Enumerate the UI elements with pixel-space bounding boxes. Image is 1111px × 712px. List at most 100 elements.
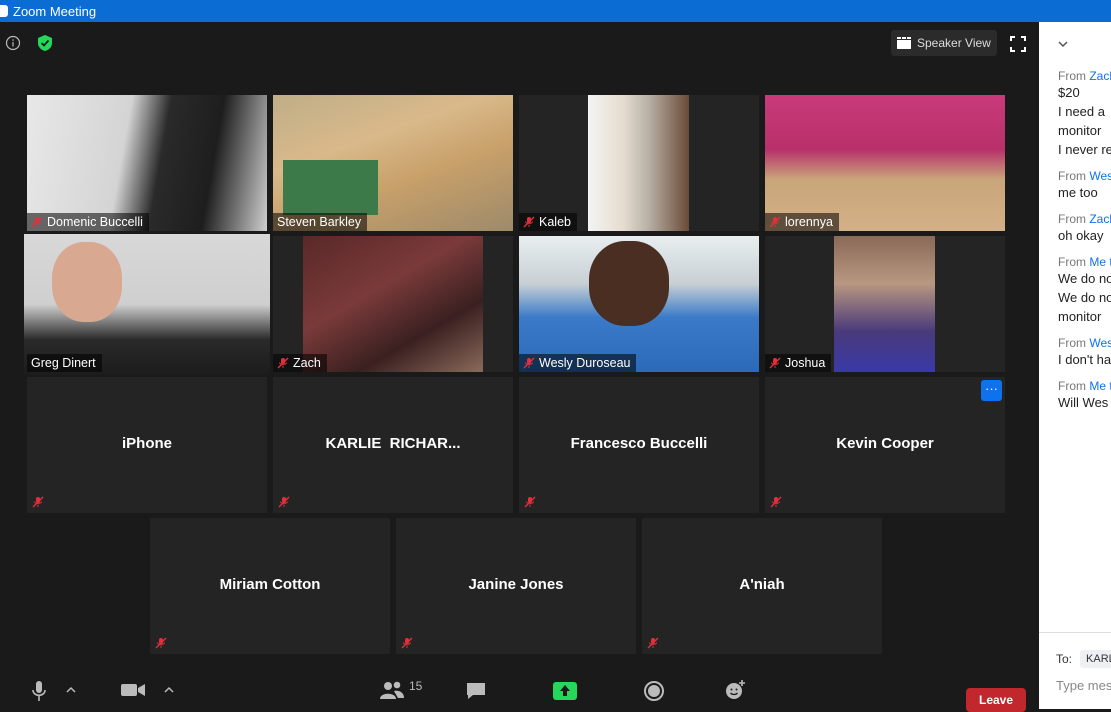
- muted-mic-icon: [769, 357, 781, 369]
- video-camera-icon: [121, 684, 145, 696]
- chat-recipient-row: To: KARL: [1056, 650, 1111, 668]
- name-tile[interactable]: KARLIE RICHAR...: [273, 377, 513, 513]
- participant-name-label: Domenic Buccelli: [27, 213, 149, 231]
- muted-mic-icon: [770, 496, 782, 508]
- chat-message: From Zach oh okay: [1058, 212, 1111, 245]
- chat-message-sender: From Me t: [1058, 255, 1111, 269]
- participant-name: Kevin Cooper: [836, 435, 934, 452]
- to-label: To:: [1056, 652, 1073, 666]
- participant-name-label: Greg Dinert: [27, 354, 102, 372]
- chat-message-sender: From Me t: [1058, 379, 1111, 393]
- video-tile[interactable]: Wesly Duroseau: [519, 236, 759, 372]
- participant-name-label: Zach: [273, 354, 327, 372]
- zoom-app-icon: [0, 5, 8, 17]
- meeting-area: Speaker View Domenic Buccelli Steven Bar…: [0, 22, 1039, 709]
- participant-name-label: Steven Barkley: [273, 213, 368, 231]
- chat-message-text: me too: [1058, 185, 1098, 200]
- audio-options-button[interactable]: [66, 686, 76, 694]
- chat-message: From Me t We do no We do no monitor: [1058, 255, 1111, 326]
- microphone-icon: [32, 681, 46, 701]
- chat-message-sender: From Zach: [1058, 212, 1111, 226]
- muted-mic-icon: [155, 637, 167, 649]
- more-options-button[interactable]: ···: [981, 380, 1002, 401]
- chevron-up-icon: [164, 686, 174, 693]
- reactions-smiley-icon: [726, 680, 745, 699]
- chat-message-text: monitor: [1058, 123, 1102, 138]
- video-tile[interactable]: lorennya: [765, 95, 1005, 231]
- speaker-view-icon: [897, 37, 911, 49]
- name-tile[interactable]: A'niah: [642, 518, 882, 654]
- participant-face: [52, 242, 122, 322]
- participant-name: Wesly Duroseau: [539, 356, 631, 370]
- chat-message: From Me t Will Wes: [1058, 379, 1111, 412]
- video-tile[interactable]: Joshua: [765, 236, 1005, 372]
- chat-message-text: I don't ha: [1058, 352, 1111, 367]
- video-tile-active-speaker[interactable]: Greg Dinert: [24, 234, 270, 375]
- participant-name-label: Wesly Duroseau: [519, 354, 637, 372]
- record-icon: [644, 681, 664, 701]
- video-tile[interactable]: Zach: [273, 236, 513, 372]
- participant-name-label: lorennya: [765, 213, 839, 231]
- raspberry-pi-board: [283, 160, 378, 215]
- share-screen-button[interactable]: [553, 682, 577, 700]
- collapse-chat-button[interactable]: [1057, 36, 1069, 54]
- participant-video: [765, 95, 1005, 231]
- participant-name: Domenic Buccelli: [47, 215, 143, 229]
- chat-message-sender: From Zach: [1058, 69, 1111, 83]
- video-feed-area: [588, 95, 689, 231]
- muted-mic-icon: [277, 357, 289, 369]
- info-icon[interactable]: [4, 34, 22, 52]
- participant-name-label: Kaleb: [519, 213, 577, 231]
- participant-name: Kaleb: [539, 215, 571, 229]
- participant-name: lorennya: [785, 215, 833, 229]
- video-tile[interactable]: Domenic Buccelli: [27, 95, 267, 231]
- name-tile[interactable]: ··· Kevin Cooper: [765, 377, 1005, 513]
- chevron-down-icon: [1058, 41, 1068, 48]
- chat-message-sender: From Wes: [1058, 336, 1111, 350]
- chat-message-text: I need a: [1058, 104, 1105, 119]
- chat-message-text: monitor: [1058, 309, 1102, 324]
- reactions-button[interactable]: [724, 679, 746, 701]
- participant-face: [589, 241, 669, 326]
- muted-mic-icon: [401, 637, 413, 649]
- chat-bubble-icon: [467, 683, 485, 699]
- participant-name: Janine Jones: [468, 576, 564, 593]
- leave-button[interactable]: Leave: [966, 688, 1026, 712]
- participant-name: Joshua: [785, 356, 826, 370]
- video-button[interactable]: [120, 682, 146, 698]
- participant-name: A'niah: [739, 576, 785, 593]
- speaker-view-button[interactable]: Speaker View: [891, 30, 997, 56]
- recipient-select[interactable]: KARL: [1080, 650, 1111, 668]
- chevron-up-icon: [66, 686, 76, 693]
- name-tile[interactable]: Francesco Buccelli: [519, 377, 759, 513]
- record-button[interactable]: [643, 680, 665, 702]
- video-tile[interactable]: Kaleb: [519, 95, 759, 231]
- chat-panel: From Zach $20 I need a monitor I never r…: [1039, 22, 1111, 709]
- security-shield-icon[interactable]: [36, 34, 54, 52]
- fullscreen-icon[interactable]: [1009, 35, 1027, 53]
- muted-mic-icon: [647, 637, 659, 649]
- participants-button[interactable]: 15: [379, 679, 423, 700]
- name-tile[interactable]: Janine Jones: [396, 518, 636, 654]
- name-tile[interactable]: Miriam Cotton: [150, 518, 390, 654]
- chat-footer: To: KARL Type mes: [1039, 632, 1111, 709]
- chat-messages: From Zach $20 I need a monitor I never r…: [1058, 59, 1111, 412]
- microphone-button[interactable]: [31, 680, 47, 702]
- chat-message-text: oh okay: [1058, 228, 1104, 243]
- video-tile[interactable]: Steven Barkley: [273, 95, 513, 231]
- participant-video: [27, 95, 267, 231]
- muted-mic-icon: [278, 496, 290, 508]
- participant-name: iPhone: [121, 435, 172, 452]
- chat-button[interactable]: [465, 681, 487, 701]
- chat-message-text: $20: [1058, 85, 1080, 100]
- participant-count: 15: [409, 679, 423, 693]
- participant-name: Greg Dinert: [31, 356, 96, 370]
- muted-mic-icon: [523, 357, 535, 369]
- participant-name-label: Joshua: [765, 354, 832, 372]
- video-options-button[interactable]: [164, 686, 174, 694]
- name-tile[interactable]: iPhone: [27, 377, 267, 513]
- participant-name: KARLIE RICHAR...: [325, 435, 461, 452]
- chat-message-text: Will Wes: [1058, 395, 1109, 410]
- chat-message-input[interactable]: Type mes: [1056, 678, 1111, 693]
- chat-message: From Wes me too: [1058, 169, 1111, 202]
